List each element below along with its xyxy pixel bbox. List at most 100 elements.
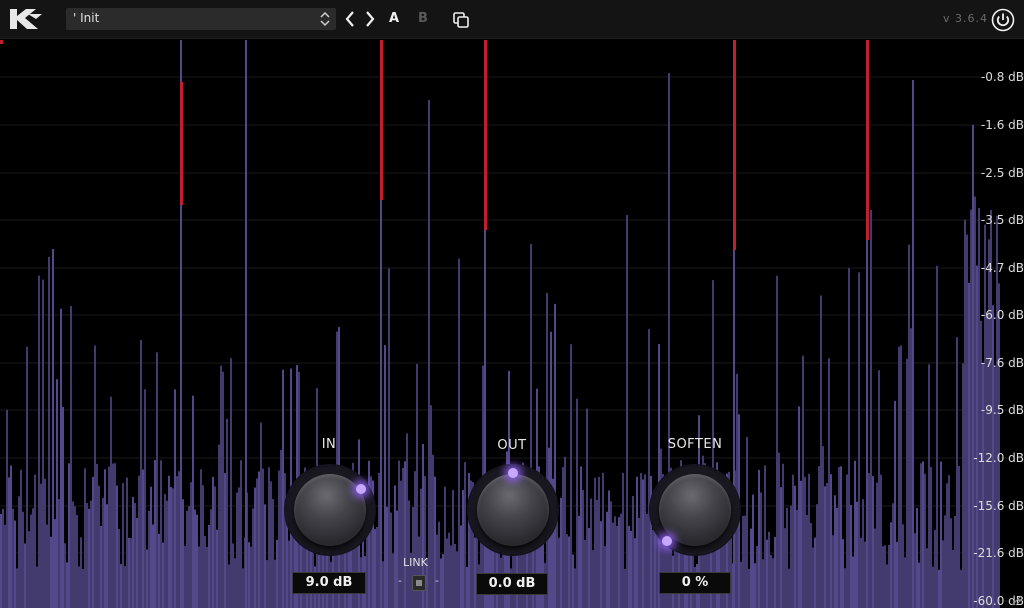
spectrum-bar xyxy=(134,502,136,608)
spectrum-bar xyxy=(932,566,934,608)
link-left-dash: - xyxy=(398,574,402,587)
spectrum-bar xyxy=(572,554,574,608)
spectrum-bar xyxy=(808,473,810,608)
in-value[interactable]: 9.0 dB xyxy=(292,572,366,594)
previous-preset-icon[interactable] xyxy=(343,10,357,28)
spectrum-bar xyxy=(650,475,652,608)
spectrum-bar xyxy=(834,495,836,608)
spectrum-bar xyxy=(254,487,256,608)
spectrum-bar xyxy=(196,514,198,608)
spectrum-bar xyxy=(652,529,654,608)
spectrum-bar xyxy=(606,511,608,608)
spectrum-bar xyxy=(756,546,758,608)
spectrum-bar xyxy=(770,554,772,608)
db-scale-label: -9.5 dB xyxy=(980,403,1024,417)
spectrum-bar xyxy=(912,80,914,608)
spectrum-bar xyxy=(52,248,54,608)
out-value[interactable]: 0.0 dB xyxy=(476,573,548,595)
spectrum-bar xyxy=(386,506,388,608)
spectrum-bar xyxy=(28,531,30,608)
spectrum-bar xyxy=(574,568,576,608)
spectrum-bar xyxy=(736,373,738,608)
clip-indicator xyxy=(0,40,3,44)
clip-indicator xyxy=(866,40,869,240)
spectrum-bar xyxy=(944,515,946,608)
spectrum-bar xyxy=(786,507,788,608)
spectrum-bar xyxy=(220,365,222,608)
spectrum-bar xyxy=(20,469,22,608)
spectrum-bar xyxy=(10,465,12,608)
db-scale-label: -7.6 dB xyxy=(980,356,1024,370)
spectrum-bar xyxy=(908,244,910,608)
spectrum-bar xyxy=(960,569,962,608)
spectrum-bar xyxy=(612,522,614,608)
spectrum-bar xyxy=(198,546,200,608)
spectrum-bar xyxy=(550,331,552,608)
spectrum-bar xyxy=(212,476,214,608)
db-scale-label: -6.0 dB xyxy=(980,308,1024,322)
spectrum-bar xyxy=(234,558,236,608)
spectrum-bar xyxy=(904,557,906,608)
spectrum-bar xyxy=(168,475,170,608)
spectrum-bar xyxy=(200,469,202,608)
spectrum-bar xyxy=(794,485,796,608)
spectrum-bar xyxy=(192,395,194,608)
preset-name: ' Init xyxy=(73,11,100,25)
link-toggle[interactable] xyxy=(412,575,426,591)
spectrum-bar xyxy=(888,544,890,608)
spectrum-bar xyxy=(186,510,188,608)
spectrum-bar xyxy=(858,272,860,608)
spectrum-bar xyxy=(272,499,274,608)
spectrum-bar xyxy=(82,568,84,608)
spectrum-bar xyxy=(280,450,282,608)
in-knob-indicator xyxy=(356,484,366,494)
db-scale-label: -12.0 dB xyxy=(973,451,1024,465)
resize-handle-icon[interactable] xyxy=(1010,594,1022,606)
spectrum-bar xyxy=(876,482,878,608)
spectrum-bar xyxy=(266,560,268,608)
next-preset-icon[interactable] xyxy=(363,10,377,28)
spectrum-bar xyxy=(214,486,216,608)
spectrum-bar xyxy=(872,476,874,608)
spectrum-bar xyxy=(896,541,898,608)
spectrum-bar xyxy=(222,371,224,608)
spectrum-bar xyxy=(962,363,964,608)
out-knob[interactable] xyxy=(469,466,557,554)
spectrum-bar xyxy=(822,446,824,608)
in-knob[interactable] xyxy=(286,466,374,554)
spectrum-bar xyxy=(764,465,766,608)
spectrum-bar xyxy=(860,537,862,608)
spectrum-bar xyxy=(182,499,184,608)
spectrum-bar xyxy=(46,524,48,608)
b-state-button[interactable]: B xyxy=(418,11,428,26)
spectrum-bar xyxy=(596,499,598,608)
in-label: IN xyxy=(321,437,337,452)
spectrum-bar xyxy=(604,546,606,608)
spectrum-bar xyxy=(530,243,532,608)
spectrum-bar xyxy=(902,524,904,608)
spectrum-bar xyxy=(394,485,396,608)
soften-knob[interactable] xyxy=(651,466,739,554)
spectrum-bar xyxy=(890,522,892,608)
logo-icon xyxy=(10,9,42,29)
spectrum-bar xyxy=(64,543,66,608)
spectrum-bar xyxy=(118,529,120,608)
preset-selector[interactable]: ' Init xyxy=(66,8,336,30)
spectrum-bar xyxy=(560,497,562,608)
spectrum-bar xyxy=(592,550,594,608)
spectrum-bar xyxy=(892,503,894,608)
a-state-button[interactable]: A xyxy=(389,11,399,26)
spectrum-bar xyxy=(884,545,886,608)
spectrum-bar xyxy=(384,345,386,608)
spectrum-bar xyxy=(806,514,808,608)
spectrum-bar xyxy=(766,539,768,608)
spectrum-bar xyxy=(190,482,192,608)
spectrum-peak-bar xyxy=(245,40,247,608)
spectrum-bar xyxy=(782,463,784,608)
spectrum-bar xyxy=(166,500,168,608)
power-icon[interactable] xyxy=(991,8,1015,32)
soften-value[interactable]: 0 % xyxy=(659,572,731,594)
spectrum-bar xyxy=(374,529,376,608)
spectrum-bar xyxy=(248,542,250,608)
copy-icon[interactable] xyxy=(452,11,470,29)
